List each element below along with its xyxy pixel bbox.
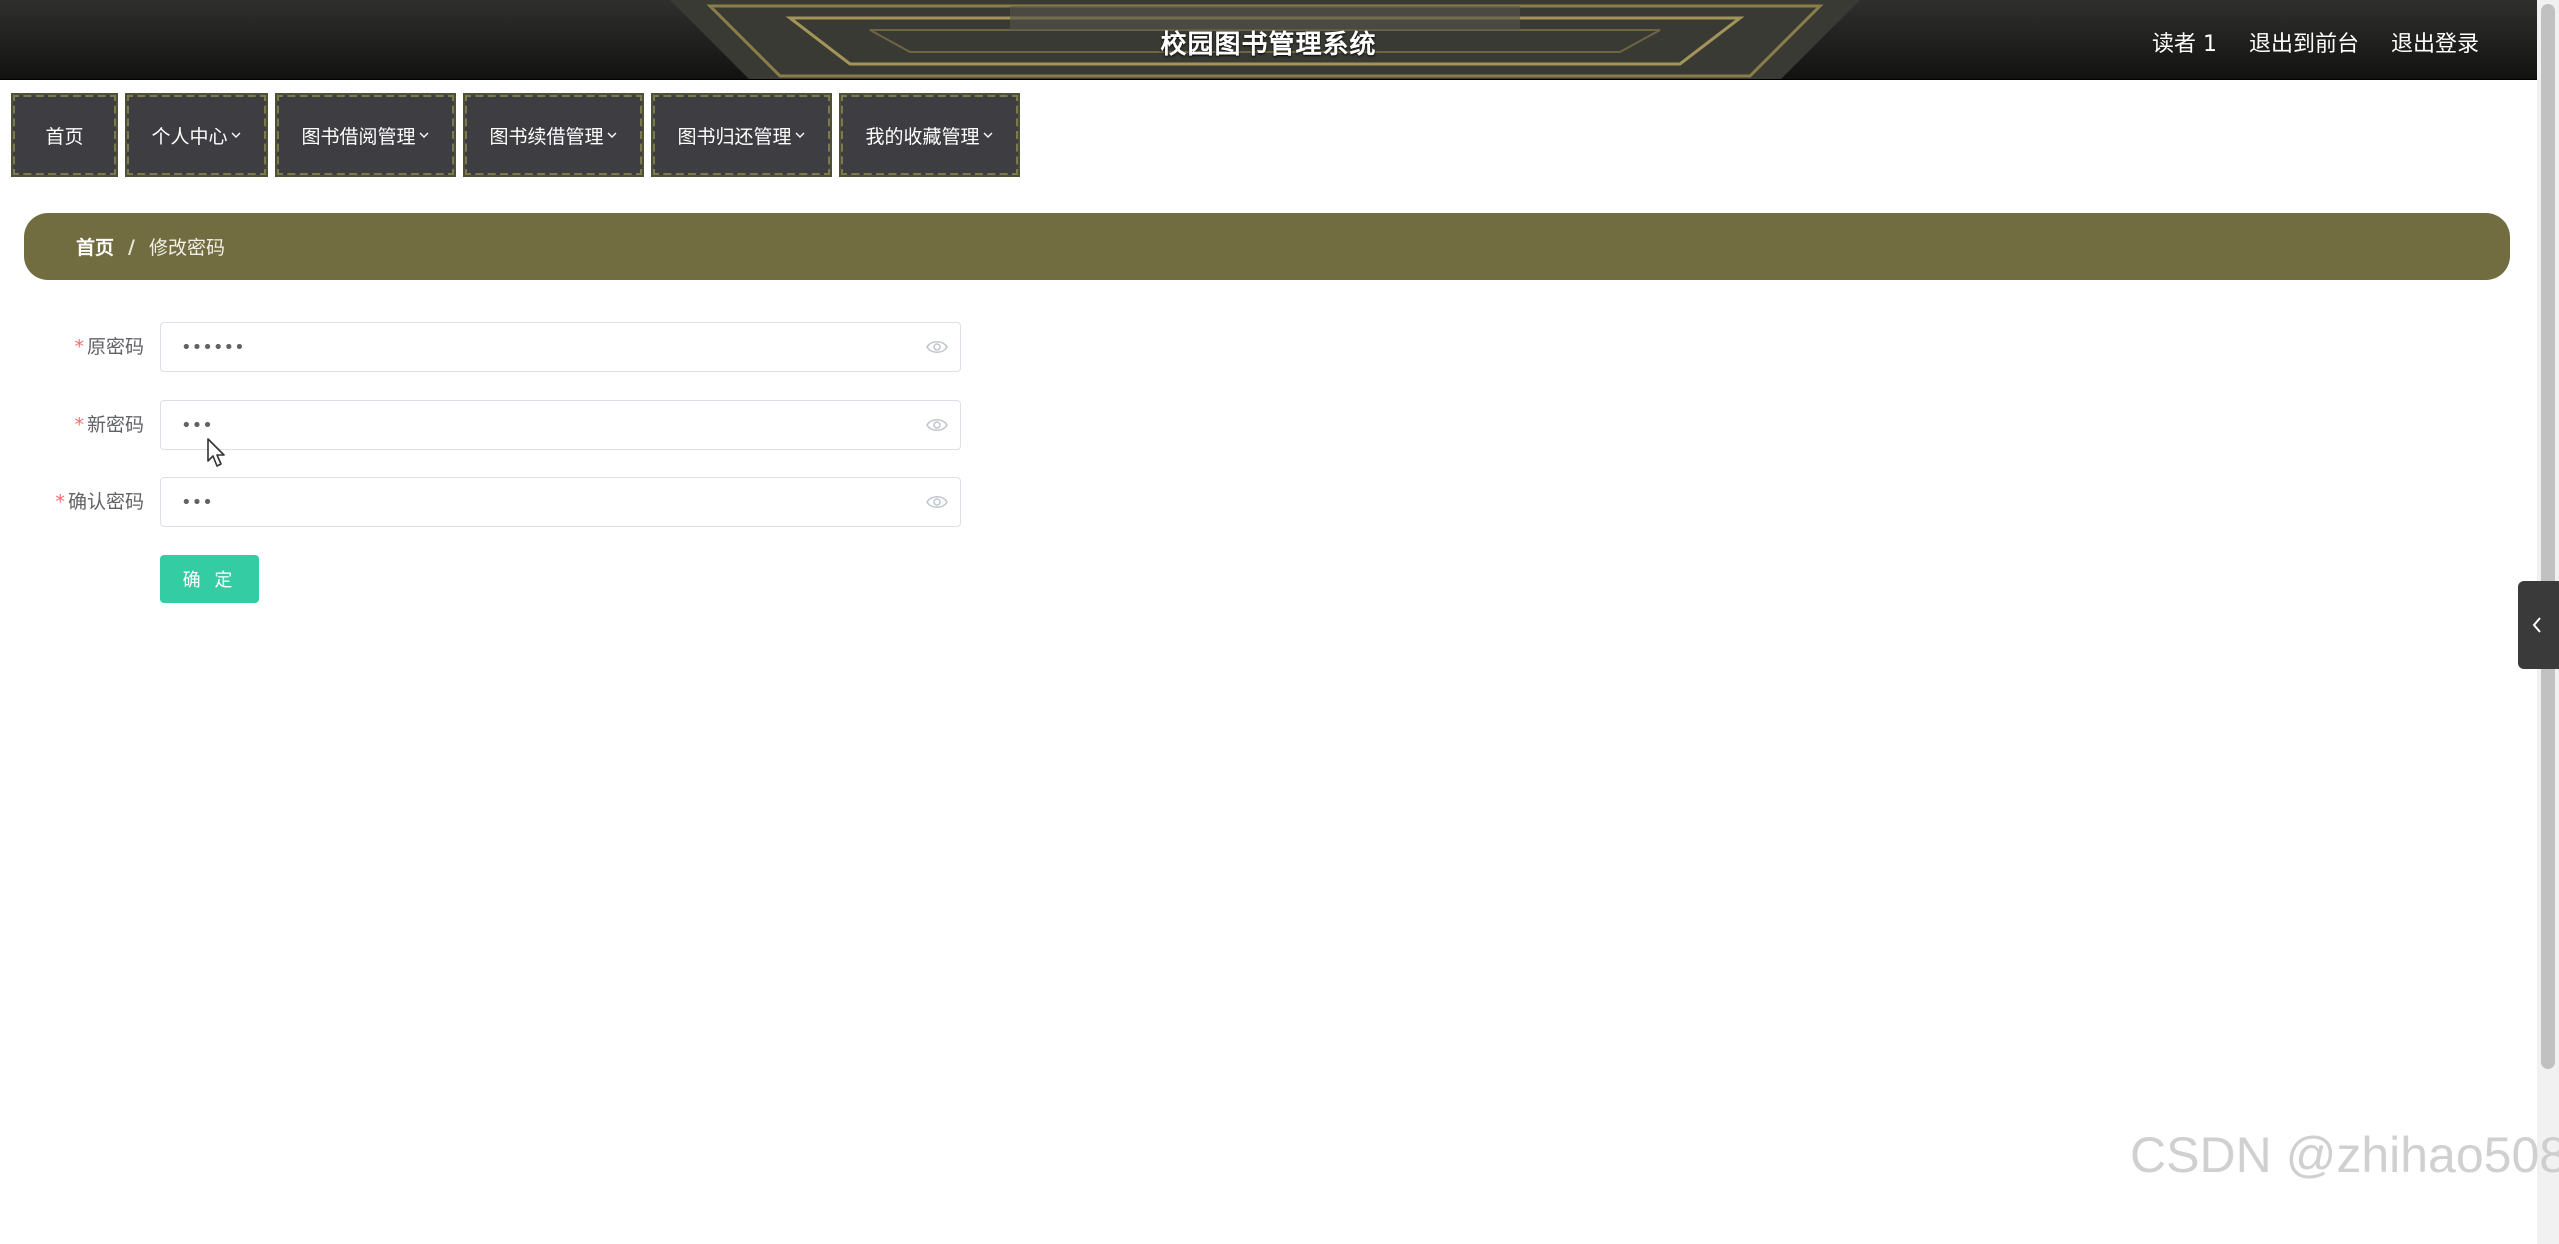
- back-to-front-link[interactable]: 退出到前台: [2249, 26, 2359, 58]
- required-asterisk: *: [55, 491, 65, 513]
- nav-item-label: 我的收藏管理: [865, 125, 980, 148]
- eye-icon[interactable]: [926, 338, 948, 356]
- nav-item-label: 首页: [45, 125, 84, 148]
- confirm-password-label: * 确认密码: [55, 491, 144, 513]
- chevron-down-icon: [231, 132, 240, 138]
- nav-item-borrow[interactable]: 图书借阅管理: [275, 93, 456, 177]
- scrollbar-thumb[interactable]: [2541, 4, 2555, 1069]
- nav-item-renew[interactable]: 图书续借管理: [463, 93, 644, 177]
- eye-icon[interactable]: [926, 493, 948, 511]
- confirm-password-row: * 确认密码: [0, 477, 980, 527]
- chevron-down-icon: [795, 132, 804, 138]
- nav-item-home[interactable]: 首页: [11, 93, 118, 177]
- new-password-input[interactable]: [160, 400, 961, 450]
- chevron-down-icon: [607, 132, 616, 138]
- current-user[interactable]: 读者 1: [2152, 26, 2217, 58]
- side-panel-toggle[interactable]: [2518, 581, 2559, 669]
- old-password-label: * 原密码: [74, 336, 144, 358]
- required-asterisk: *: [74, 414, 84, 436]
- breadcrumb-home[interactable]: 首页: [76, 233, 114, 260]
- nav-item-label: 图书续借管理: [489, 125, 604, 148]
- eye-icon[interactable]: [926, 416, 948, 434]
- breadcrumb-separator: /: [128, 235, 135, 258]
- new-password-label: * 新密码: [74, 414, 144, 436]
- chevron-down-icon: [419, 132, 428, 138]
- breadcrumb: 首页 / 修改密码: [24, 213, 2510, 280]
- nav-item-label: 图书借阅管理: [301, 125, 416, 148]
- nav-item-return[interactable]: 图书归还管理: [651, 93, 832, 177]
- nav-item-favorites[interactable]: 我的收藏管理: [839, 93, 1020, 177]
- top-header: 校园图书管理系统 读者 1 退出到前台 退出登录: [0, 0, 2537, 80]
- logout-link[interactable]: 退出登录: [2391, 26, 2479, 58]
- old-password-row: * 原密码: [0, 322, 980, 372]
- breadcrumb-current: 修改密码: [148, 237, 225, 259]
- nav-item-label: 图书归还管理: [677, 125, 792, 148]
- nav-item-label: 个人中心: [151, 125, 228, 148]
- required-asterisk: *: [74, 336, 84, 358]
- watermark: CSDN @zhihao508: [2130, 1127, 2559, 1183]
- chevron-left-icon: [2532, 617, 2541, 633]
- nav-item-personal-center[interactable]: 个人中心: [125, 93, 268, 177]
- confirm-password-input[interactable]: [160, 477, 961, 527]
- old-password-input[interactable]: [160, 322, 961, 372]
- new-password-row: * 新密码: [0, 400, 980, 450]
- main-nav: 首页 个人中心 图书借阅管理 图书续借管理 图书归还管理 我的收藏管理: [11, 93, 1020, 177]
- header-user-actions: 读者 1 退出到前台 退出登录: [2152, 26, 2479, 58]
- mouse-cursor-icon: [207, 438, 225, 467]
- chevron-down-icon: [983, 132, 992, 138]
- confirm-button[interactable]: 确 定: [160, 555, 259, 603]
